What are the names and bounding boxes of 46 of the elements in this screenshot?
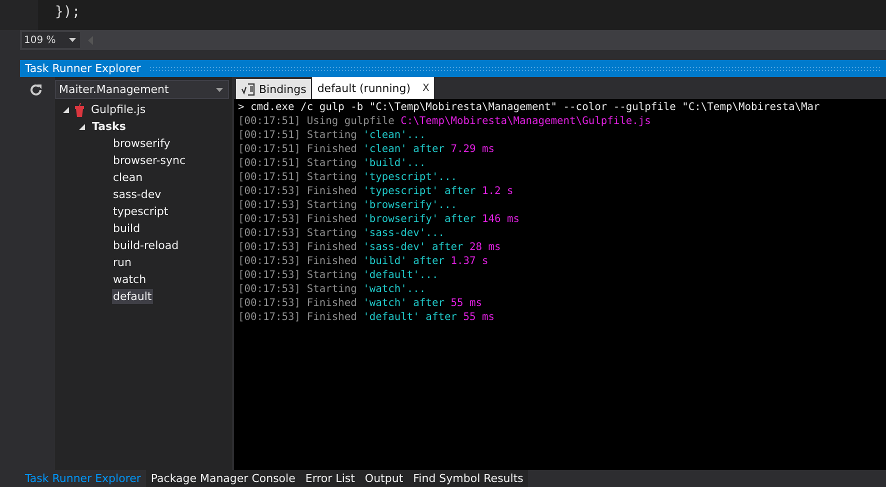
task-item[interactable]: browserify	[112, 136, 172, 151]
caret-icon	[216, 88, 223, 92]
zoom-dropdown[interactable]: 109 %	[22, 32, 80, 48]
console-line: [00:17:53] Finished 'sass-dev' after 28 ms	[238, 240, 502, 254]
tree-item[interactable]: Gulpfile.js	[90, 102, 147, 117]
close-tab-button[interactable]: X	[422, 82, 430, 94]
code-line: });	[55, 4, 80, 20]
console-line: [00:17:53] Starting 'sass-dev'...	[238, 226, 446, 240]
task-item[interactable]: build	[112, 221, 142, 236]
project-dropdown[interactable]: Maiter.Management	[55, 80, 229, 99]
console-line: [00:17:51] Using gulpfile C:\Temp\Mobiresta\Management\Gulpfile.js	[238, 114, 652, 128]
task-item[interactable]: watch	[112, 272, 148, 287]
console-line: > cmd.exe /c gulp -b "C:\Temp\Mobiresta\Management" --color --gulpfile "C:\Temp\Mobiresta\Mar	[238, 100, 821, 114]
bottom-tab[interactable]: Find Symbol Results	[408, 470, 528, 487]
bottom-tab[interactable]: Package Manager Console	[146, 470, 300, 487]
task-item[interactable]: typescript	[112, 204, 170, 219]
tab[interactable]: Bindings	[236, 79, 312, 99]
expand-triangle-icon[interactable]	[79, 124, 85, 130]
console-line: [00:17:53] Finished 'watch' after 55 ms	[238, 296, 483, 310]
refresh-icon[interactable]	[28, 83, 42, 97]
panel-title-bar: Task Runner Explorer	[20, 60, 886, 77]
caret-icon	[69, 38, 76, 42]
bindings-icon	[241, 82, 255, 96]
console-line: [00:17:53] Finished 'default' after 55 ms	[238, 310, 496, 324]
cup-icon	[75, 102, 84, 116]
tree-item[interactable]: Tasks	[91, 119, 127, 134]
task-item[interactable]: clean	[112, 170, 144, 185]
console-line: [00:17:53] Finished 'build' after 1.37 s	[238, 254, 490, 268]
bottom-tab[interactable]: Error List	[300, 470, 360, 487]
task-item[interactable]: run	[112, 255, 132, 270]
expand-triangle-icon[interactable]	[63, 106, 69, 112]
console-line: [00:17:51] Finished 'clean' after 7.29 ms	[238, 142, 496, 156]
console-line: [00:17:53] Starting 'default'...	[238, 268, 440, 282]
console-line: [00:17:53] Finished 'browserify' after 146 ms	[238, 212, 521, 226]
console-line: [00:17:51] Starting 'clean'...	[238, 128, 427, 142]
console-line: [00:17:51] Starting 'typescript'...	[238, 170, 458, 184]
bottom-tab[interactable]: Output	[360, 470, 408, 487]
task-item[interactable]: sass-dev	[112, 187, 162, 202]
console-line: [00:17:53] Starting 'browserify'...	[238, 198, 458, 212]
task-item[interactable]: default	[112, 289, 153, 304]
tab[interactable]: default (running) X	[312, 77, 434, 99]
task-item[interactable]: build-reload	[112, 238, 180, 253]
console-line: [00:17:53] Starting 'watch'...	[238, 282, 427, 296]
task-item[interactable]: browser-sync	[112, 153, 187, 168]
console-line: [00:17:53] Finished 'typescript' after 1.2 s	[238, 184, 514, 198]
console-line: [00:17:51] Starting 'build'...	[238, 156, 427, 170]
